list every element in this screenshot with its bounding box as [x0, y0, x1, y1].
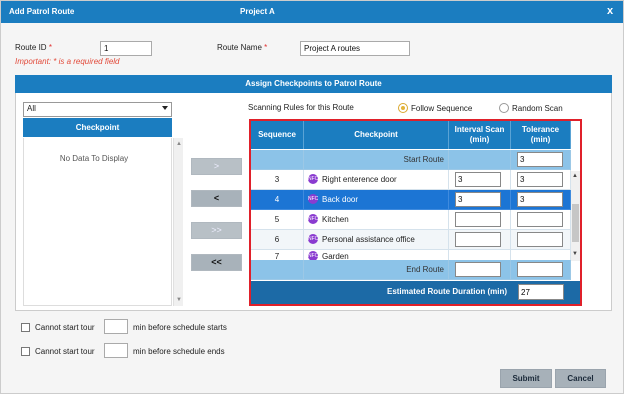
checkpoint-filter-value: All: [27, 104, 36, 113]
dialog-titlebar: Add Patrol Route Project A x: [1, 1, 623, 23]
empty-state-text: No Data To Display: [59, 154, 129, 163]
submit-button[interactable]: Submit: [500, 369, 552, 388]
available-checkpoint-list[interactable]: No Data To Display: [23, 138, 172, 306]
available-checkpoint-header: Checkpoint: [23, 118, 172, 137]
end-limit-suffix: min before schedule ends: [133, 347, 225, 356]
dialog-title: Add Patrol Route: [9, 7, 75, 16]
route-id-label-text: Route ID: [15, 43, 47, 52]
route-name-input[interactable]: [300, 41, 410, 56]
route-id-input[interactable]: [100, 41, 152, 56]
assign-checkpoints-header: Assign Checkpoints to Patrol Route: [15, 75, 612, 93]
end-limit-minutes-input[interactable]: [104, 343, 128, 358]
end-limit-checkbox[interactable]: [21, 347, 30, 356]
route-name-label-text: Route Name: [217, 43, 262, 52]
required-mark: *: [264, 43, 268, 52]
close-icon[interactable]: x: [607, 5, 613, 17]
move-right-button[interactable]: >: [191, 158, 242, 175]
checkpoint-filter-select[interactable]: All: [23, 102, 172, 117]
chevron-down-icon: [162, 106, 168, 110]
start-limit-prefix: Cannot start tour: [35, 323, 95, 332]
route-id-label: Route ID *: [15, 43, 52, 52]
required-field-note: Important: * is a required field: [15, 57, 120, 66]
move-left-button[interactable]: <: [191, 190, 242, 207]
follow-sequence-label: Follow Sequence: [411, 104, 473, 113]
scanning-rules-label: Scanning Rules for this Route: [248, 103, 354, 112]
cancel-button[interactable]: Cancel: [555, 369, 606, 388]
start-limit-minutes-input[interactable]: [104, 319, 128, 334]
required-mark: *: [48, 43, 52, 52]
start-limit-suffix: min before schedule starts: [133, 323, 227, 332]
highlight-frame: [249, 119, 582, 306]
available-list-scrollbar[interactable]: ▲ ▼: [173, 138, 183, 306]
end-limit-prefix: Cannot start tour: [35, 347, 95, 356]
project-name: Project A: [240, 7, 275, 16]
random-scan-label: Random Scan: [512, 104, 563, 113]
random-scan-radio[interactable]: [499, 103, 509, 113]
move-all-left-button[interactable]: <<: [191, 254, 242, 271]
route-name-label: Route Name *: [217, 43, 267, 52]
scroll-up-icon[interactable]: ▲: [176, 141, 182, 147]
scroll-down-icon[interactable]: ▼: [176, 297, 182, 303]
add-patrol-route-dialog: Add Patrol Route Project A x Route ID * …: [0, 0, 624, 394]
start-limit-checkbox[interactable]: [21, 323, 30, 332]
follow-sequence-radio[interactable]: [398, 103, 408, 113]
move-all-right-button[interactable]: >>: [191, 222, 242, 239]
